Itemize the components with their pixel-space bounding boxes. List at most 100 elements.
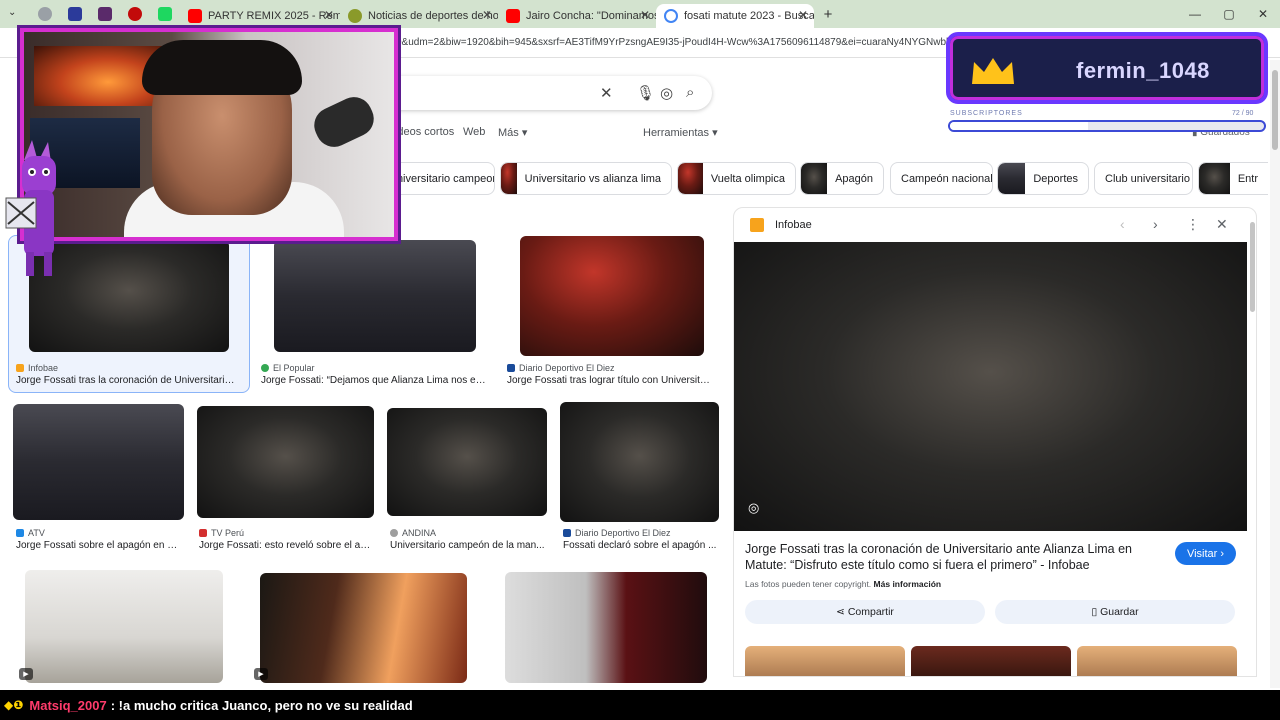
clear-search-icon[interactable]: ✕ [600, 84, 613, 102]
page-scrollbar[interactable] [1270, 60, 1280, 688]
result-thumbnail[interactable] [520, 236, 704, 356]
chip-universitario-vs-alianza[interactable]: Universitario vs alianza lima [500, 162, 672, 195]
visit-button[interactable]: Visitar › [1175, 542, 1236, 565]
panel-source[interactable]: Infobae [775, 219, 812, 231]
close-tab-icon[interactable]: ✕ [798, 8, 808, 22]
preview-title[interactable]: Jorge Fossati tras la coronación de Univ… [745, 541, 1175, 573]
close-tab-icon[interactable]: ✕ [640, 8, 650, 22]
chip-apagon[interactable]: Apagón [800, 162, 884, 195]
microphone [308, 91, 380, 153]
result-title[interactable]: Jorge Fossati tras lograr título con Uni… [507, 375, 715, 386]
maximize-button[interactable]: ▢ [1212, 0, 1246, 28]
close-tab-icon[interactable]: ✕ [482, 8, 492, 22]
result-thumbnail[interactable] [197, 406, 374, 518]
screen: ⌄ PARTY REMIX 2025 - Remixes & ✕ Noticia… [0, 0, 1280, 720]
subscriber-goal-bar [948, 120, 1266, 132]
nav-web[interactable]: Web [463, 126, 485, 138]
el-diez-icon [507, 364, 515, 372]
chip-club-universitario[interactable]: Club universitario [1094, 162, 1193, 195]
nav-more[interactable]: Más ▾ [498, 126, 527, 139]
pinned-tab-1[interactable] [30, 0, 60, 28]
related-image[interactable] [911, 646, 1071, 676]
tab-party-remix[interactable]: PARTY REMIX 2025 - Remixes & ✕ [180, 4, 340, 28]
result-title[interactable]: Jorge Fossati: “Dejamos que Alianza Lima… [261, 375, 487, 386]
pinned-tab-4[interactable] [120, 0, 150, 28]
infobae-logo-icon [750, 218, 764, 232]
result-thumbnail[interactable] [25, 570, 223, 683]
result-thumbnail[interactable] [13, 404, 184, 520]
youtube-icon [506, 9, 520, 23]
andina-icon [390, 529, 398, 537]
preview-image[interactable]: ◎ [734, 242, 1247, 531]
result-thumbnail[interactable] [274, 240, 476, 352]
site-icon [348, 9, 362, 23]
related-image[interactable] [745, 646, 905, 676]
more-info-link[interactable]: Más información [874, 579, 942, 589]
tab-noticias-deportes[interactable]: Noticias de deportes de hoy de ✕ [340, 4, 498, 28]
search-icon[interactable]: ⌕ [686, 84, 694, 101]
url-text[interactable]: 0&udm=2&biw=1920&bih=945&sxsrf=AE3TifM9Y… [396, 37, 956, 48]
atv-icon [16, 529, 24, 537]
lens-search-icon[interactable]: ◎ [660, 84, 673, 102]
chip-entr[interactable]: Entr [1198, 162, 1268, 195]
tab-jairo-concha[interactable]: Jairo Concha: "Dominamos al ✕ [498, 4, 656, 28]
nav-tools[interactable]: Herramientas ▾ [643, 126, 718, 139]
result-title[interactable]: Jorge Fossati tras la coronación de Univ… [16, 375, 238, 386]
chat-message: : !a mucho critica Juanco, pero no ve su… [110, 697, 413, 713]
new-tab-button[interactable]: + [814, 0, 842, 28]
tab-fosati-search[interactable]: fosati matute 2023 - Buscar con ✕ [656, 4, 814, 28]
streamer-hair [142, 40, 302, 95]
chip-label: Entr [1237, 172, 1258, 185]
tab-label: PARTY REMIX 2025 - Remixes & [208, 10, 340, 22]
chat-ticker: ◆❶ Matsiq_2007 : !a mucho critica Juanco… [0, 690, 1280, 720]
previous-icon[interactable]: ‹ [1120, 216, 1125, 232]
el-diez-icon [563, 529, 571, 537]
next-icon[interactable]: › [1153, 216, 1158, 232]
lens-icon[interactable]: ◎ [748, 500, 759, 516]
chip-deportes[interactable]: Deportes [997, 162, 1089, 195]
chip-label: Deportes [1033, 172, 1078, 185]
result-thumbnail[interactable] [387, 408, 547, 516]
result-title[interactable]: Jorge Fossati sobre el apagón en M... [16, 540, 182, 551]
video-badge-icon: ▶ [254, 668, 268, 680]
llama-mascot-icon [5, 140, 56, 276]
youtube-icon [188, 9, 202, 23]
result-thumbnail[interactable] [260, 573, 467, 683]
pinned-tab-3[interactable] [90, 0, 120, 28]
chip-label: Vuelta olimpica [710, 172, 785, 185]
google-icon [664, 9, 678, 23]
panel-scrollbar[interactable] [1250, 216, 1255, 666]
pinned-tab-5[interactable] [150, 0, 180, 28]
el-popular-icon [261, 364, 269, 372]
chip-label: Club universitario [1105, 172, 1190, 185]
result-title[interactable]: Jorge Fossati: esto reveló sobre el ap..… [199, 540, 373, 551]
close-window-button[interactable]: ✕ [1246, 0, 1280, 28]
voice-search-icon[interactable]: 🎙 [636, 84, 655, 102]
tab-menu-chevron-icon[interactable]: ⌄ [0, 0, 30, 28]
result-thumbnail[interactable] [505, 572, 707, 683]
save-button[interactable]: ▯ Guardar [995, 600, 1235, 624]
panel-header: Infobae ‹ › ⋮ ✕ [734, 208, 1256, 242]
result-thumbnail[interactable] [560, 402, 719, 522]
result-title[interactable]: Fossati declaró sobre el apagón ... [563, 540, 719, 551]
chip-campeon-nacional[interactable]: Campeón nacional [890, 162, 993, 195]
chip-thumbnail [801, 163, 828, 194]
share-button[interactable]: ⋖ Compartir [745, 600, 985, 624]
chat-badges-icon: ◆❶ [4, 698, 24, 712]
copyright-note: Las fotos pueden tener copyright. Más in… [745, 579, 942, 589]
close-icon[interactable]: ✕ [1216, 216, 1228, 233]
pinned-tab-2[interactable] [60, 0, 90, 28]
result-title[interactable]: Universitario campeón de la man... [390, 540, 548, 551]
result-source: Diario Deportivo El Diez [507, 363, 615, 373]
chip-thumbnail [501, 163, 517, 194]
search-box[interactable]: ✕ 🎙 ◎ ⌕ [390, 76, 712, 110]
chip-vuelta-olimpica[interactable]: Vuelta olimpica [677, 162, 796, 195]
close-tab-icon[interactable]: ✕ [324, 8, 334, 22]
minimize-button[interactable]: — [1178, 0, 1212, 28]
more-options-icon[interactable]: ⋮ [1186, 216, 1200, 233]
chip-label: Universitario vs alianza lima [524, 172, 661, 185]
window-controls: — ▢ ✕ [1178, 0, 1280, 28]
image-preview-panel: Infobae ‹ › ⋮ ✕ ◎ Jorge Fossati tras la … [733, 207, 1257, 677]
related-image[interactable] [1077, 646, 1237, 676]
crown-icon [972, 58, 1014, 84]
